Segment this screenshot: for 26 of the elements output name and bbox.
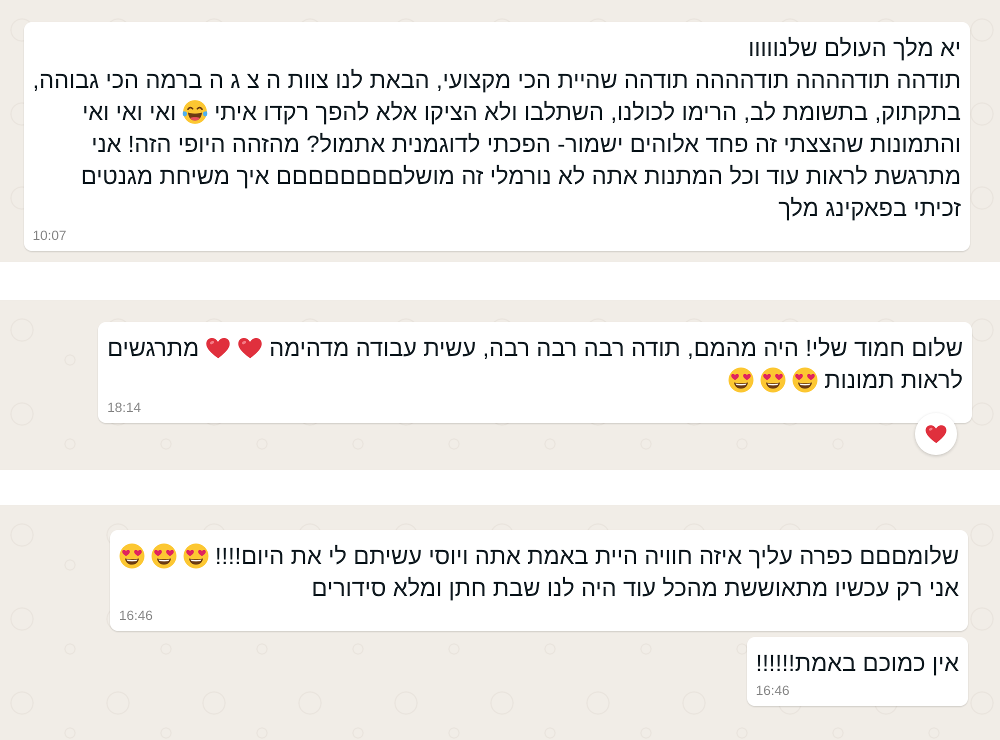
message-text: מתרגשת לראות עוד וכל המתנות אתה לא נורמלי זה מושלםםםםםםםם איך משיחת מגנטים: [80, 162, 961, 191]
heart-icon: [205, 335, 232, 361]
heart-eyes-emoji-icon: [760, 367, 786, 393]
message-time: 16:46: [119, 607, 153, 625]
message-text: זכיתי בפאקינג מלך: [778, 194, 961, 223]
heart-eyes-emoji-icon: [151, 543, 178, 569]
message-text: ואי ואי ואי: [82, 98, 176, 127]
message-text: אני רק עכשיו מתאוששת מהכל עוד היה לנו שבת חתן ומלא סידורים: [312, 574, 959, 603]
heart-icon: [237, 335, 264, 361]
heart-eyes-emoji-icon: [119, 543, 146, 569]
message-time: 10:07: [32, 227, 66, 245]
heart-eyes-emoji-icon: [183, 543, 210, 569]
message-text: שלום חמוד שלי! היה מהמם, תודה רבה רבה רבה, עשית עבודה מדהימה: [269, 334, 963, 363]
message-text: שלומםםם כפרה עליך איזה חוויה היית באמת אתה ויוסי עשיתם לי את היום!!!!: [215, 542, 959, 571]
message-text: מתרגשים: [107, 334, 200, 363]
message-text: והתמונות שהצצתי זה פחד אלוהים ישמור- הפכתי לדוגמנית אתמול? מהזהה היופי הזה! אני: [91, 130, 961, 159]
message-text: לראות תמונות: [824, 366, 963, 395]
message-text: יא מלך העולם שלנווווו: [748, 34, 961, 63]
message-text: אין כמוכם באמת!!!!!!: [756, 649, 959, 678]
message-time: 18:14: [107, 399, 142, 417]
message-text: תודהה תודהההה תודהההה תודהה שהיית הכי מקצועי, הבאת לנו צוות ה צ ג ה ברמה הכי גבוהה,: [32, 66, 961, 95]
heart-eyes-emoji-icon: [728, 367, 754, 393]
heart-eyes-emoji-icon: [792, 367, 818, 393]
message-time: 16:46: [756, 682, 790, 700]
message-text: בתקתוק, בתשומת לב, הרימו לכולנו, השתלבו ולא הציקו אלא להפך רקדו איתי: [214, 98, 961, 127]
laughing-crying-emoji-icon: [182, 99, 208, 125]
